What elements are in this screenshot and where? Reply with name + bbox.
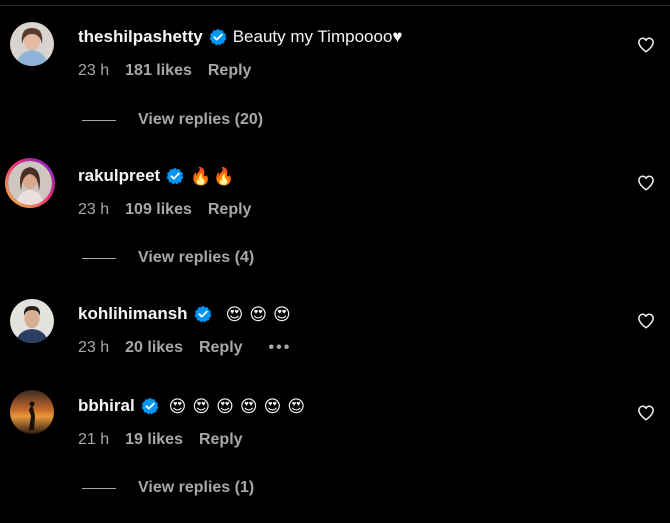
- heart-eyes-emoji: 😍: [225, 304, 244, 324]
- likes-count[interactable]: 181 likes: [125, 62, 192, 80]
- heart-eyes-emoji: 😍: [287, 396, 306, 416]
- verified-badge-icon: [194, 305, 212, 323]
- comment-header: rakulpreet 🔥 🔥: [78, 164, 235, 188]
- heart-eyes-emoji: 😍: [192, 396, 211, 416]
- likes-count[interactable]: 20 likes: [125, 339, 183, 357]
- heart-outline-icon[interactable]: [637, 404, 655, 422]
- reply-button[interactable]: Reply: [208, 201, 252, 219]
- username[interactable]: kohlihimansh: [78, 304, 188, 324]
- timestamp[interactable]: 21 h: [78, 431, 109, 449]
- heart-eyes-emoji: 😍: [273, 304, 291, 324]
- comment-meta: 23 h 181 likes Reply: [78, 61, 251, 81]
- avatar: [8, 161, 52, 205]
- comment-header: theshilpashetty Beauty my Timpoooo♥: [78, 25, 403, 49]
- timestamp[interactable]: 23 h: [78, 201, 109, 219]
- replies-divider: [82, 119, 116, 121]
- comment-meta: 23 h 109 likes Reply: [78, 200, 251, 220]
- likes-count[interactable]: 19 likes: [125, 431, 183, 449]
- view-replies-label[interactable]: View replies (1): [138, 479, 254, 497]
- username[interactable]: rakulpreet: [78, 166, 160, 186]
- heart-eyes-emoji: 😍: [239, 396, 258, 416]
- comment-text: Beauty my Timpoooo♥: [232, 27, 403, 46]
- heart-outline-icon[interactable]: [637, 174, 655, 192]
- username[interactable]: theshilpashetty: [78, 27, 203, 47]
- view-replies[interactable]: View replies (1): [82, 478, 254, 498]
- more-options-icon[interactable]: •••: [269, 339, 292, 357]
- comment-meta: 23 h 20 likes Reply •••: [78, 338, 291, 358]
- heart-outline-icon[interactable]: [637, 36, 655, 54]
- reply-button[interactable]: Reply: [199, 431, 243, 449]
- verified-badge-icon: [166, 167, 184, 185]
- timestamp[interactable]: 23 h: [78, 62, 109, 80]
- heart-eyes-emoji: 😍: [216, 396, 234, 416]
- replies-divider: [82, 487, 116, 489]
- comment-header: bbhiral 😍 😍 😍 😍 😍 😍: [78, 394, 305, 418]
- top-divider: [0, 5, 670, 6]
- view-replies[interactable]: View replies (20): [82, 110, 263, 130]
- fire-emoji: 🔥: [213, 166, 235, 186]
- avatar[interactable]: [10, 299, 54, 343]
- reply-button[interactable]: Reply: [208, 62, 252, 80]
- fire-emoji: 🔥: [190, 166, 212, 186]
- reply-button[interactable]: Reply: [199, 339, 243, 357]
- verified-badge-icon: [141, 397, 159, 415]
- likes-count[interactable]: 109 likes: [125, 201, 192, 219]
- view-replies[interactable]: View replies (4): [82, 248, 254, 268]
- avatar-story-ring[interactable]: [5, 158, 55, 208]
- replies-divider: [82, 257, 116, 259]
- comment-header: kohlihimansh 😍 😍 😍: [78, 302, 291, 326]
- comment-meta: 21 h 19 likes Reply: [78, 430, 243, 450]
- avatar[interactable]: [10, 22, 54, 66]
- heart-eyes-emoji: 😍: [168, 396, 187, 416]
- avatar[interactable]: [10, 390, 54, 434]
- timestamp[interactable]: 23 h: [78, 339, 109, 357]
- heart-eyes-emoji: 😍: [249, 304, 268, 324]
- verified-badge-icon: [209, 28, 227, 46]
- heart-eyes-emoji: 😍: [263, 396, 282, 416]
- view-replies-label[interactable]: View replies (4): [138, 249, 254, 267]
- heart-outline-icon[interactable]: [637, 312, 655, 330]
- view-replies-label[interactable]: View replies (20): [138, 111, 263, 129]
- username[interactable]: bbhiral: [78, 396, 135, 416]
